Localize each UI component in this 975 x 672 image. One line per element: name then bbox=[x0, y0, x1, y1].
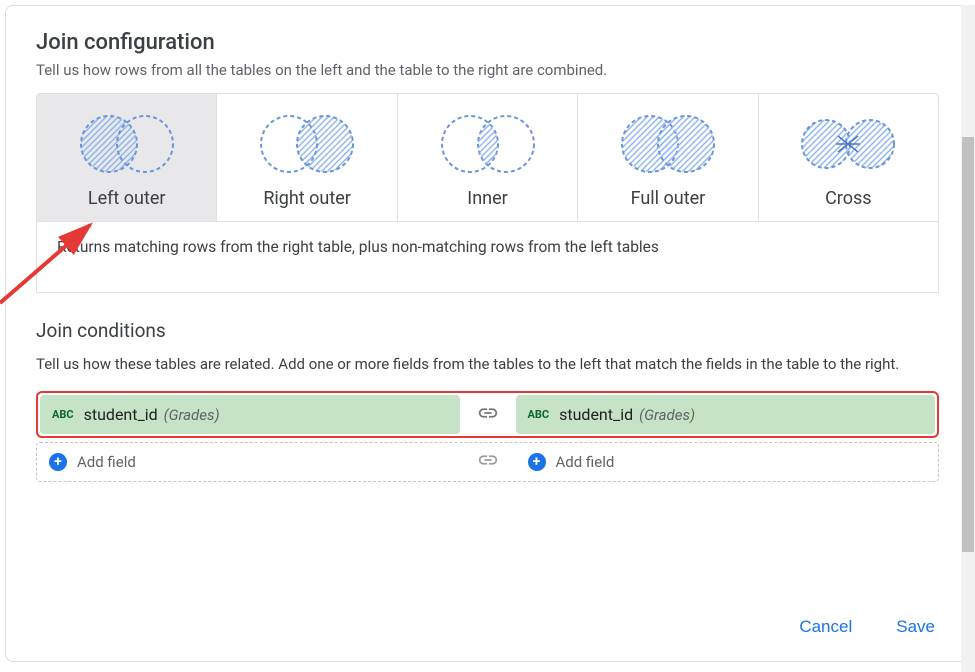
join-type-cross[interactable]: Cross bbox=[759, 94, 938, 221]
join-type-label: Right outer bbox=[225, 188, 388, 209]
condition-right-field[interactable]: ABC student_id (Grades) bbox=[516, 395, 936, 434]
cancel-button[interactable]: Cancel bbox=[795, 609, 856, 645]
dialog-actions: Cancel Save bbox=[795, 609, 939, 645]
condition-row: ABC student_id (Grades) ABC student_id (… bbox=[36, 391, 939, 438]
save-button[interactable]: Save bbox=[892, 609, 939, 645]
scrollbar-track[interactable] bbox=[961, 5, 975, 672]
conditions-subtitle: Tell us how these tables are related. Ad… bbox=[36, 354, 939, 375]
join-type-label: Full outer bbox=[586, 188, 749, 209]
plus-icon: + bbox=[528, 453, 546, 471]
venn-cross-icon bbox=[767, 108, 930, 180]
dialog-title: Join configuration bbox=[36, 30, 939, 55]
dialog-subtitle: Tell us how rows from all the tables on … bbox=[36, 61, 939, 79]
link-icon bbox=[460, 449, 516, 475]
join-type-description: Returns matching rows from the right tab… bbox=[36, 222, 939, 293]
field-source: (Grades) bbox=[639, 406, 695, 424]
field-source: (Grades) bbox=[164, 406, 220, 424]
venn-left-outer-icon bbox=[45, 108, 208, 180]
venn-right-outer-icon bbox=[225, 108, 388, 180]
plus-icon: + bbox=[49, 453, 67, 471]
field-name: student_id bbox=[559, 405, 633, 424]
add-left-field-button[interactable]: + Add field bbox=[37, 443, 460, 481]
join-type-inner[interactable]: Inner bbox=[398, 94, 578, 221]
condition-left-field[interactable]: ABC student_id (Grades) bbox=[40, 395, 460, 434]
join-type-full-outer[interactable]: Full outer bbox=[578, 94, 758, 221]
add-field-label: Add field bbox=[77, 453, 136, 471]
field-type-icon: ABC bbox=[528, 408, 550, 421]
venn-full-outer-icon bbox=[586, 108, 749, 180]
condition-add-row: + Add field + Add field bbox=[36, 442, 939, 482]
scrollbar-thumb[interactable] bbox=[962, 137, 974, 552]
join-type-selector: Left outer Right outer bbox=[36, 93, 939, 222]
join-type-left-outer[interactable]: Left outer bbox=[37, 94, 217, 221]
join-type-label: Left outer bbox=[45, 188, 208, 209]
conditions-title: Join conditions bbox=[36, 319, 939, 342]
link-icon bbox=[460, 402, 516, 428]
venn-inner-icon bbox=[406, 108, 569, 180]
field-name: student_id bbox=[84, 405, 158, 424]
join-type-label: Inner bbox=[406, 188, 569, 209]
join-type-right-outer[interactable]: Right outer bbox=[217, 94, 397, 221]
add-right-field-button[interactable]: + Add field bbox=[516, 443, 939, 481]
add-field-label: Add field bbox=[556, 453, 615, 471]
field-type-icon: ABC bbox=[52, 408, 74, 421]
join-type-label: Cross bbox=[767, 188, 930, 209]
join-config-dialog: Join configuration Tell us how rows from… bbox=[5, 5, 970, 662]
